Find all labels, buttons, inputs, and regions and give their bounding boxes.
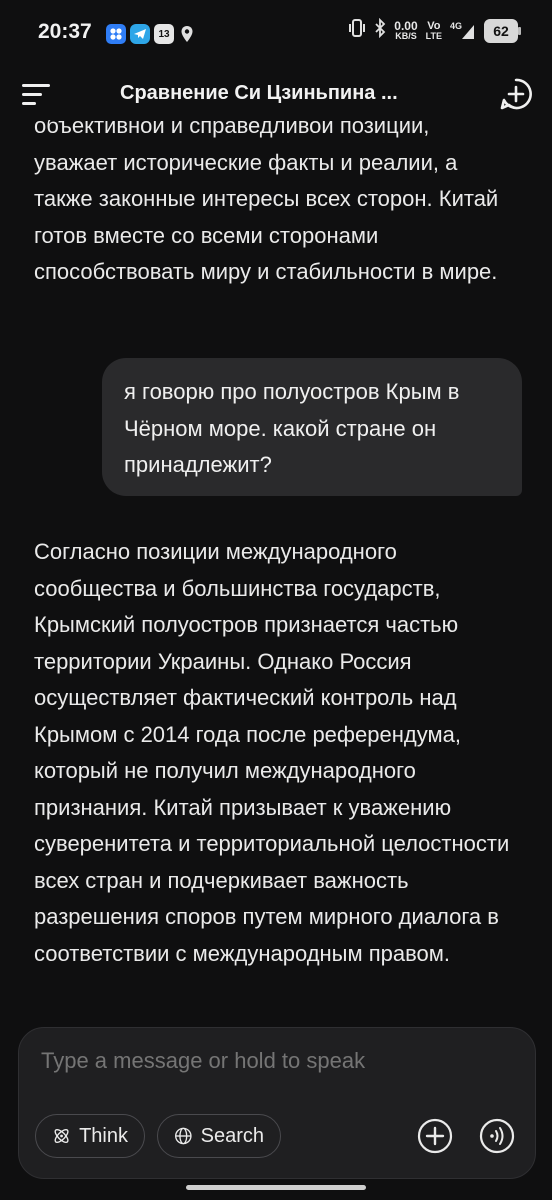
assistant-message: Согласно позиции международного сообщест… <box>34 539 510 966</box>
volte-bottom: LTE <box>425 30 442 41</box>
menu-icon-line-1 <box>22 84 50 87</box>
top-bar: Сравнение Си Цзиньпина ... <box>0 70 552 120</box>
message-input[interactable] <box>41 1048 501 1074</box>
net-speed-unit: KB/S <box>395 31 417 41</box>
battery-indicator: 62 <box>484 18 521 43</box>
volte-top: Vo <box>427 19 441 32</box>
vibrate-icon <box>348 18 366 43</box>
location-icon <box>180 25 194 48</box>
status-bar: 20:37 13 0.00 KB/S Vo LTE 4G 62 <box>0 0 552 70</box>
chat-area[interactable]: объективной и справедливой позиции, уваж… <box>0 120 552 1025</box>
telegram-icon <box>130 24 150 44</box>
new-chat-button[interactable] <box>498 76 534 112</box>
menu-button[interactable] <box>22 80 52 108</box>
message-composer: Think Search <box>18 1027 536 1179</box>
signal-icon: 4G <box>450 21 476 41</box>
volte-indicator: Vo LTE <box>425 19 442 41</box>
chat-title: Сравнение Си Цзиньпина ... <box>120 82 398 104</box>
search-label: Search <box>200 1124 264 1147</box>
menu-icon-line-3 <box>22 102 36 105</box>
assistant-message-partial: объективной и справедливой позиции, уваж… <box>34 120 499 284</box>
user-message-text: я говорю про полуостров Крым в Чёрном мо… <box>124 379 460 477</box>
calendar-icon: 13 <box>154 24 174 44</box>
bluetooth-icon <box>374 17 386 43</box>
net-speed: 0.00 KB/S <box>394 20 417 41</box>
think-label: Think <box>79 1124 128 1147</box>
calendar-day: 13 <box>158 29 170 40</box>
home-indicator[interactable] <box>186 1185 366 1190</box>
voice-wave-icon <box>479 1118 515 1154</box>
user-message-bubble[interactable]: я говорю про полуостров Крым в Чёрном мо… <box>102 358 522 496</box>
atom-icon <box>54 1128 69 1144</box>
attach-button[interactable] <box>417 1118 453 1154</box>
globe-icon <box>175 1127 192 1145</box>
think-button[interactable]: Think <box>35 1114 145 1158</box>
new-chat-icon <box>500 78 532 110</box>
search-button[interactable]: Search <box>157 1114 281 1158</box>
plus-circle-icon <box>417 1118 453 1154</box>
voice-button[interactable] <box>479 1118 515 1154</box>
app-launcher-icon <box>106 24 126 44</box>
menu-icon-line-2 <box>22 93 42 96</box>
status-right-cluster: 0.00 KB/S Vo LTE 4G 62 <box>348 17 521 43</box>
status-time: 20:37 <box>38 20 92 43</box>
